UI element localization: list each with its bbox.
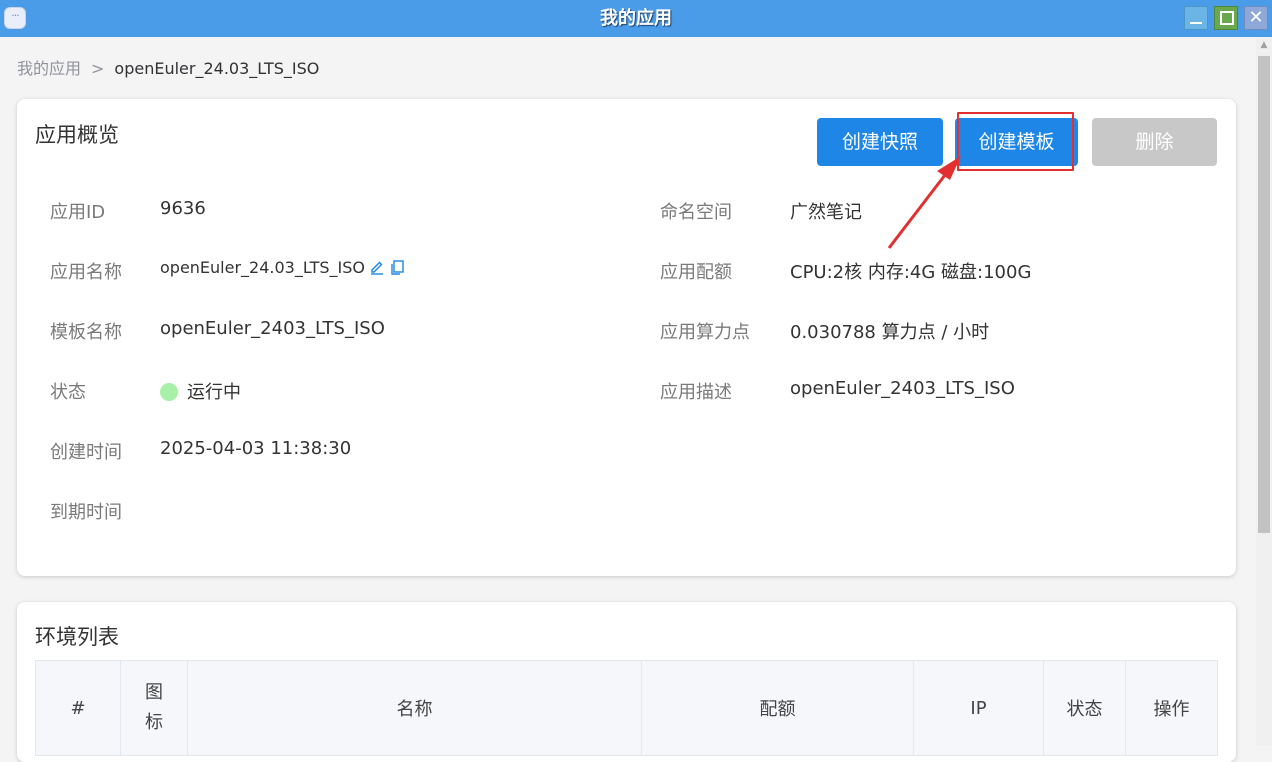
copy-icon[interactable] [389, 259, 405, 279]
template-name-value: openEuler_2403_LTS_ISO [160, 318, 385, 339]
created-time-value: 2025-04-03 11:38:30 [160, 438, 352, 459]
app-quota-value: CPU:2核 内存:4G 磁盘:100G [790, 262, 1032, 283]
maximize-button[interactable] [1214, 6, 1238, 30]
column-header-index: # [35, 660, 121, 756]
namespace-value: 广然笔记 [790, 202, 862, 223]
column-header-status: 状态 [1043, 660, 1126, 756]
app-description-label: 应用描述 [660, 382, 732, 403]
vertical-scrollbar[interactable]: ▲ [1256, 37, 1272, 746]
breadcrumb-separator: > [91, 59, 105, 78]
app-description-value: openEuler_2403_LTS_ISO [790, 378, 1015, 399]
status-row: 运行中 [160, 378, 241, 404]
created-time-label: 创建时间 [50, 442, 122, 463]
window-titlebar: 我的应用 ✕ [0, 0, 1272, 37]
environment-table: # 图标 名称 配额 IP 状态 操作 [35, 660, 1218, 756]
delete-button[interactable]: 删除 [1092, 118, 1217, 166]
status-label: 状态 [50, 382, 86, 403]
highlight-annotation-box [957, 112, 1074, 171]
edit-icon[interactable] [369, 259, 385, 279]
column-header-quota: 配额 [641, 660, 914, 756]
table-header-row: # 图标 名称 配额 IP 状态 操作 [35, 660, 1218, 756]
scrollbar-thumb[interactable] [1258, 56, 1270, 533]
column-header-actions: 操作 [1125, 660, 1218, 756]
environment-list-card: 环境列表 # 图标 名称 配额 IP 状态 操作 [17, 602, 1236, 762]
app-name-row: openEuler_24.03_LTS_ISO [160, 258, 405, 279]
app-quota-label: 应用配额 [660, 262, 732, 283]
column-header-name: 名称 [187, 660, 642, 756]
app-id-label: 应用ID [50, 202, 106, 223]
template-name-label: 模板名称 [50, 322, 122, 343]
status-value: 运行中 [187, 382, 241, 403]
overview-title: 应用概览 [35, 123, 119, 147]
environment-list-title: 环境列表 [35, 625, 119, 649]
app-id-value: 9636 [160, 198, 206, 219]
app-name-label: 应用名称 [50, 262, 122, 283]
scroll-up-arrow-icon[interactable]: ▲ [1256, 37, 1272, 53]
compute-points-value: 0.030788 算力点 / 小时 [790, 322, 990, 343]
breadcrumb-current: openEuler_24.03_LTS_ISO [114, 59, 320, 78]
compute-points-label: 应用算力点 [660, 322, 750, 343]
status-indicator-icon [160, 383, 178, 401]
window-title: 我的应用 [600, 8, 672, 29]
overview-card: 应用概览 创建快照 创建模板 删除 应用ID 9636 应用名称 openEul… [17, 99, 1236, 576]
column-header-icon: 图标 [120, 660, 188, 756]
column-header-ip: IP [913, 660, 1044, 756]
app-name-value: openEuler_24.03_LTS_ISO [160, 258, 365, 277]
create-snapshot-button[interactable]: 创建快照 [817, 118, 943, 166]
minimize-button[interactable] [1184, 6, 1208, 30]
namespace-label: 命名空间 [660, 202, 732, 223]
expire-time-label: 到期时间 [50, 502, 122, 523]
close-button[interactable]: ✕ [1244, 6, 1268, 30]
column-header-icon-label: 图标 [145, 682, 163, 733]
breadcrumb-root-link[interactable]: 我的应用 [17, 59, 81, 78]
breadcrumb: 我的应用 > openEuler_24.03_LTS_ISO [17, 58, 319, 80]
